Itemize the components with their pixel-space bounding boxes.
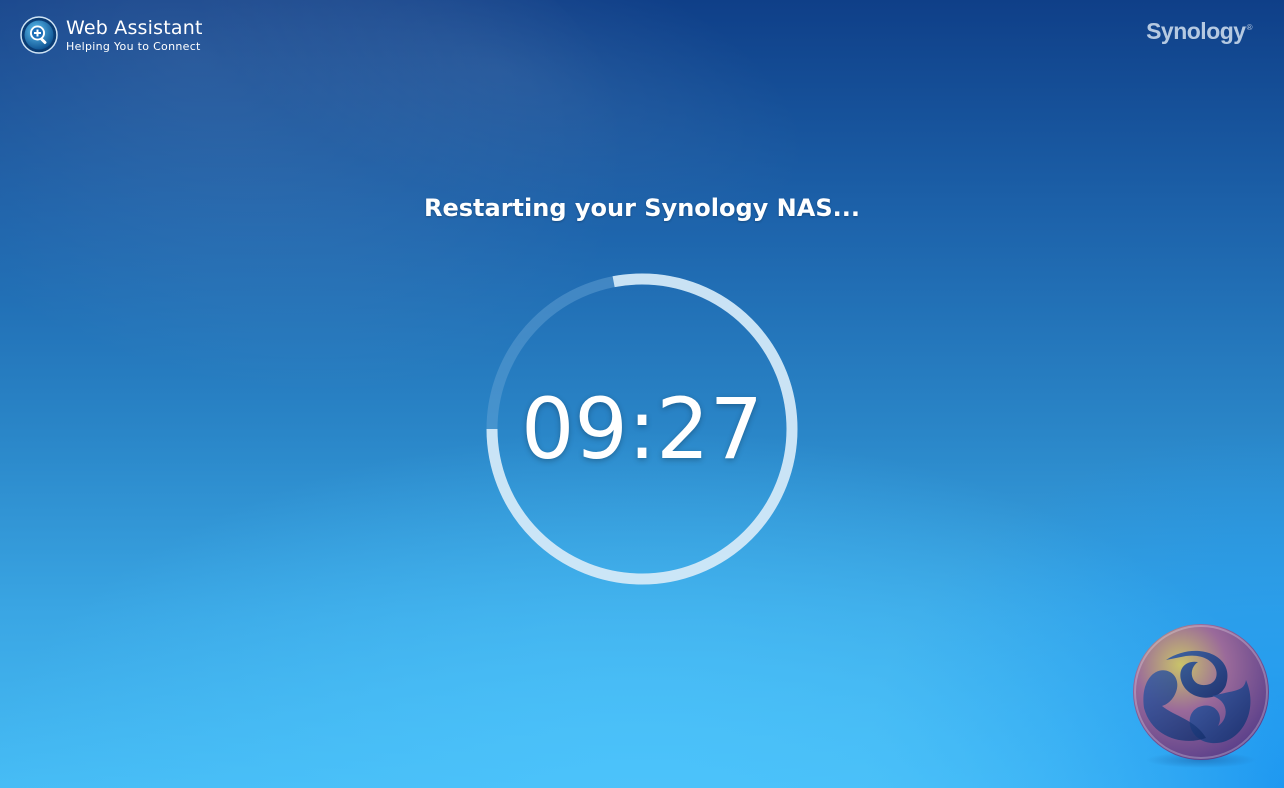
- countdown-timer: 09:27: [482, 269, 802, 589]
- app-branding: Web Assistant Helping You to Connect: [20, 16, 203, 54]
- synology-logo: Synology®: [1146, 18, 1252, 45]
- app-title: Web Assistant: [66, 16, 203, 39]
- magnifier-plus-icon: [20, 16, 58, 54]
- dsm-orb-icon: [1133, 624, 1269, 768]
- synology-logo-mark: ®: [1246, 23, 1253, 33]
- restart-status-message: Restarting your Synology NAS...: [424, 194, 860, 222]
- countdown-value: 09:27: [520, 380, 764, 478]
- synology-logo-text: Synology: [1146, 18, 1246, 44]
- app-subtitle: Helping You to Connect: [66, 39, 201, 53]
